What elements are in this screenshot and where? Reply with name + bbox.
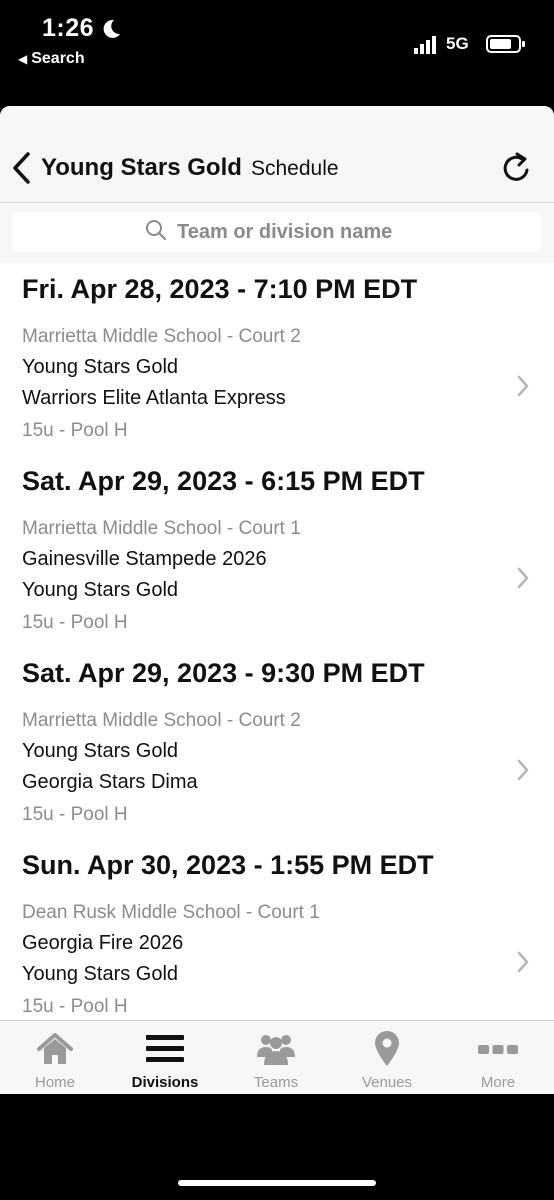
search-bar-container bbox=[0, 203, 554, 263]
game-row[interactable]: Sat. Apr 29, 2023 - 9:30 PM EDT Marriett… bbox=[0, 648, 554, 840]
chevron-right-icon bbox=[515, 950, 531, 979]
tab-venues-label: Venues bbox=[361, 1074, 413, 1091]
game-venue: Marrietta Middle School - Court 1 bbox=[22, 518, 301, 539]
game-date: Sat. Apr 29, 2023 - 9:30 PM EDT bbox=[22, 658, 425, 688]
status-time: 1:26 bbox=[42, 14, 95, 42]
game-row[interactable]: Fri. Apr 28, 2023 - 7:10 PM EDT Marriett… bbox=[0, 264, 554, 456]
game-team-2: Young Stars Gold bbox=[22, 963, 179, 985]
game-pool: 15u - Pool H bbox=[22, 420, 128, 441]
tab-teams-label: Teams bbox=[253, 1074, 299, 1091]
tab-teams[interactable]: Teams bbox=[221, 1021, 331, 1094]
game-date: Sun. Apr 30, 2023 - 1:55 PM EDT bbox=[22, 850, 434, 880]
game-row[interactable]: Sat. Apr 29, 2023 - 6:15 PM EDT Marriett… bbox=[0, 456, 554, 648]
game-pool: 15u - Pool H bbox=[22, 612, 128, 633]
tab-divisions-label: Divisions bbox=[131, 1074, 199, 1091]
more-icon bbox=[478, 1031, 518, 1067]
back-triangle-icon: ◀ bbox=[18, 52, 28, 66]
tab-more[interactable]: More bbox=[443, 1021, 553, 1094]
game-venue: Marrietta Middle School - Court 2 bbox=[22, 710, 301, 731]
game-team-2: Georgia Stars Dima bbox=[22, 771, 198, 793]
home-indicator[interactable] bbox=[178, 1180, 376, 1186]
tab-home-label: Home bbox=[34, 1074, 75, 1091]
game-team-2: Warriors Elite Atlanta Express bbox=[22, 387, 286, 409]
moon-icon bbox=[100, 18, 122, 45]
back-to-search-link[interactable]: ◀ Search bbox=[18, 50, 85, 68]
schedule-list: Fri. Apr 28, 2023 - 7:10 PM EDT Marriett… bbox=[0, 264, 554, 1020]
game-team-2: Young Stars Gold bbox=[22, 579, 179, 601]
app-screen: Young Stars Gold Schedule Fri. Apr 28, 2… bbox=[0, 106, 554, 1094]
network-label: 5G bbox=[446, 34, 469, 53]
back-chevron-icon[interactable] bbox=[10, 150, 34, 191]
game-pool: 15u - Pool H bbox=[22, 804, 128, 825]
game-row[interactable]: Sun. Apr 30, 2023 - 1:55 PM EDT Dean Rus… bbox=[0, 840, 554, 1020]
nav-team-name: Young Stars Gold bbox=[41, 154, 242, 181]
people-icon bbox=[256, 1031, 296, 1067]
game-date: Fri. Apr 28, 2023 - 7:10 PM EDT bbox=[22, 274, 418, 304]
search-box[interactable] bbox=[12, 212, 542, 252]
nav-title: Schedule bbox=[251, 157, 339, 180]
map-pin-icon bbox=[367, 1031, 407, 1067]
home-icon bbox=[35, 1031, 75, 1067]
tab-bar: Home Divisions Teams Venues More bbox=[0, 1020, 554, 1094]
tab-divisions[interactable]: Divisions bbox=[110, 1021, 220, 1094]
tab-venues[interactable]: Venues bbox=[332, 1021, 442, 1094]
signal-icon bbox=[414, 34, 440, 59]
tab-more-label: More bbox=[480, 1074, 516, 1091]
game-venue: Dean Rusk Middle School - Court 1 bbox=[22, 902, 320, 923]
battery-icon bbox=[486, 34, 526, 59]
chevron-right-icon bbox=[515, 374, 531, 403]
back-search-label: Search bbox=[31, 50, 85, 67]
game-pool: 15u - Pool H bbox=[22, 996, 128, 1017]
game-team-1: Georgia Fire 2026 bbox=[22, 932, 184, 954]
game-team-1: Young Stars Gold bbox=[22, 740, 179, 762]
tab-home[interactable]: Home bbox=[0, 1021, 110, 1094]
search-input[interactable] bbox=[175, 219, 409, 245]
game-venue: Marrietta Middle School - Court 2 bbox=[22, 326, 301, 347]
chevron-right-icon bbox=[515, 758, 531, 787]
game-team-1: Gainesville Stampede 2026 bbox=[22, 548, 267, 570]
game-date: Sat. Apr 29, 2023 - 6:15 PM EDT bbox=[22, 466, 425, 496]
refresh-icon[interactable] bbox=[500, 150, 534, 191]
game-team-1: Young Stars Gold bbox=[22, 356, 179, 378]
status-bar: 1:26 ◀ Search 5G bbox=[0, 0, 554, 90]
chevron-right-icon bbox=[515, 566, 531, 595]
navigation-bar: Young Stars Gold Schedule bbox=[0, 106, 554, 203]
menu-icon bbox=[145, 1031, 185, 1067]
search-icon bbox=[145, 219, 167, 246]
